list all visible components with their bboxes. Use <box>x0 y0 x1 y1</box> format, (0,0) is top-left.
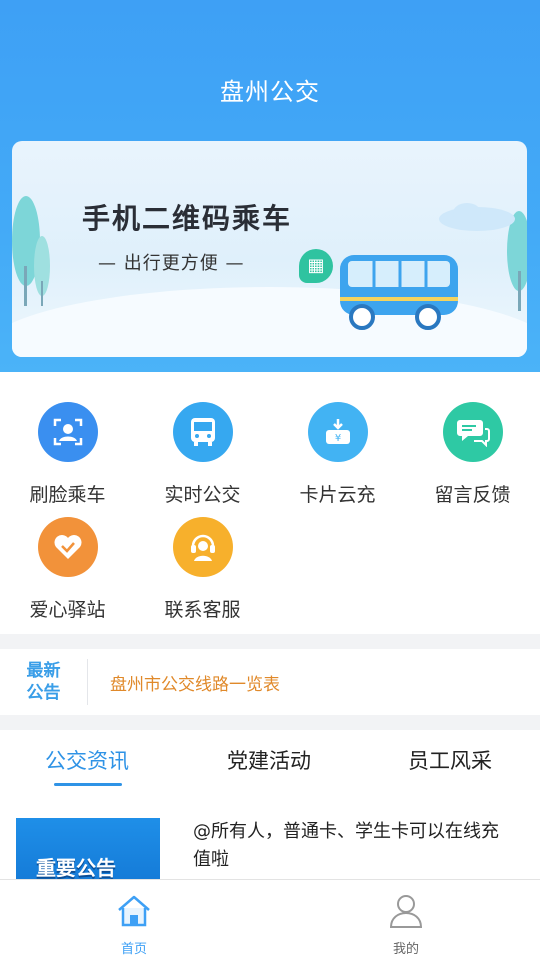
service-face-ride[interactable]: 刷脸乘车 <box>0 402 135 507</box>
notice-link[interactable]: 盘州市公交线路一览表 <box>110 670 280 695</box>
section-divider <box>0 634 540 649</box>
news-tabs: 公交资讯 党建活动 员工风采 <box>0 745 540 795</box>
section-divider <box>0 715 540 730</box>
service-realtime-bus[interactable]: 实时公交 <box>135 402 270 507</box>
service-label: 卡片云充 <box>299 484 376 506</box>
cloud-icon <box>439 203 515 231</box>
news-title: @所有人，普通卡、学生卡可以在线充值啦 <box>193 821 499 870</box>
list-item[interactable]: 重要公告 @所有人，普通卡、学生卡可以在线充值啦 <box>0 810 540 888</box>
service-card-recharge[interactable]: ¥ 卡片云充 <box>270 402 405 507</box>
active-tab-indicator <box>54 783 122 786</box>
service-label: 联系客服 <box>164 599 241 621</box>
bus-icon <box>172 402 233 462</box>
svg-text:¥: ¥ <box>334 433 340 444</box>
app-title: 盘州公交 <box>220 78 320 106</box>
qr-code-icon: ▦ <box>299 249 333 283</box>
header: 盘州公交 手机二维码乘车 — 出行更方便 — ▦ <box>0 0 540 372</box>
service-label: 爱心驿站 <box>29 599 106 621</box>
bottom-tab-bar: 首页 我的 <box>0 879 540 960</box>
banner[interactable]: 手机二维码乘车 — 出行更方便 — ▦ <box>12 141 527 357</box>
service-label: 留言反馈 <box>434 484 511 506</box>
news-thumbnail: 重要公告 <box>16 818 160 888</box>
tab-bus-news[interactable]: 公交资讯 <box>45 745 129 775</box>
tab-staff-showcase[interactable]: 员工风采 <box>408 745 492 775</box>
notice-tag-line: 最新 <box>26 661 61 681</box>
banner-title: 手机二维码乘车 <box>82 202 293 235</box>
service-customer-support[interactable]: 联系客服 <box>135 517 270 622</box>
headset-user-icon <box>172 517 233 577</box>
service-label: 刷脸乘车 <box>29 484 106 506</box>
thumbnail-text: 重要公告 <box>36 856 116 880</box>
tabbar-home[interactable]: 首页 <box>94 892 174 957</box>
service-feedback[interactable]: 留言反馈 <box>405 402 540 507</box>
tab-party-activities[interactable]: 党建活动 <box>227 745 311 775</box>
bus-illustration-icon <box>340 255 458 330</box>
heart-icon <box>37 517 98 577</box>
tabbar-mine[interactable]: 我的 <box>366 892 446 957</box>
service-label: 实时公交 <box>164 484 241 506</box>
service-love-station[interactable]: 爱心驿站 <box>0 517 135 622</box>
banner-subtitle: — 出行更方便 — <box>98 253 245 274</box>
notice-bar[interactable]: 最新 公告 盘州市公交线路一览表 <box>0 649 540 715</box>
tabbar-label: 我的 <box>392 942 419 957</box>
card-recharge-icon: ¥ <box>307 402 368 462</box>
home-icon <box>118 895 150 927</box>
notice-tag: 最新 公告 <box>0 659 88 705</box>
chat-bubble-icon <box>442 402 503 462</box>
user-icon <box>389 895 423 928</box>
notice-tag-line: 公告 <box>26 683 61 703</box>
tabbar-label: 首页 <box>120 942 147 957</box>
face-scan-icon <box>37 402 98 462</box>
tree-icon <box>12 196 50 306</box>
